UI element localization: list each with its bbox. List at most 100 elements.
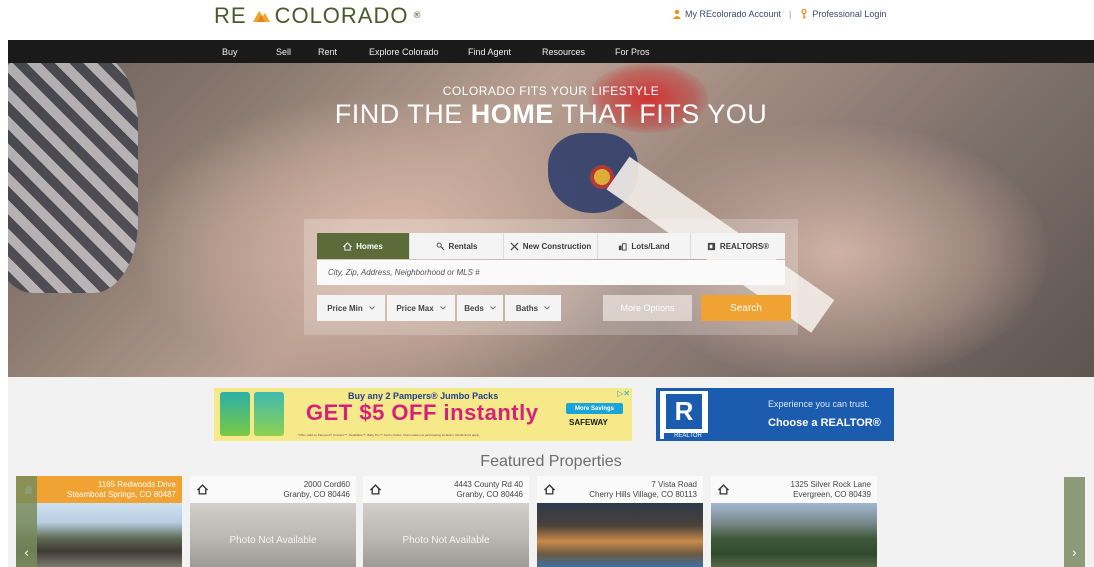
realtor-ad[interactable]: R REALTOR Experience you can trust. Choo…	[656, 388, 894, 441]
nav-for-pros[interactable]: For Pros	[615, 47, 675, 57]
chevron-down-icon	[489, 306, 496, 310]
beds-select[interactable]: Beds	[457, 295, 503, 321]
tab-rentals-label: Rentals	[448, 241, 478, 251]
nav-explore-colorado[interactable]: Explore Colorado	[369, 47, 468, 57]
property-card-header: 1165 Redwoods Drive Steamboat Springs, C…	[16, 476, 182, 503]
tab-lots-land-label: Lots/Land	[631, 241, 670, 251]
property-street: 1165 Redwoods Drive	[97, 480, 176, 489]
photo-not-available-label: Photo Not Available	[229, 535, 317, 546]
key-icon	[436, 242, 444, 250]
my-account-link[interactable]: My REcolorado Account	[685, 9, 781, 19]
tab-new-construction[interactable]: New Construction	[504, 233, 598, 259]
key-icon	[801, 9, 808, 19]
pampers-pack-image	[220, 392, 250, 436]
property-address: 7 Vista Road Cherry Hills Village, CO 80…	[589, 480, 697, 500]
baths-select[interactable]: Baths	[505, 295, 561, 321]
property-address: 1325 Silver Rock Lane Evergreen, CO 8043…	[791, 480, 872, 500]
property-address: 1165 Redwoods Drive Steamboat Springs, C…	[67, 480, 176, 500]
hero-tagline: COLORADO FITS YOUR LIFESTYLE	[442, 84, 660, 98]
tab-homes-label: Homes	[356, 241, 383, 251]
property-photo	[537, 503, 703, 567]
search-tabs: Homes Rentals New Construction Lots/Land…	[317, 233, 785, 259]
ad-choices-icon[interactable]: ▷✕	[617, 389, 630, 398]
property-card[interactable]: 1325 Silver Rock Lane Evergreen, CO 8043…	[711, 476, 877, 567]
headline-post: THAT FITS YOU	[553, 99, 768, 129]
nav-buy[interactable]: Buy	[222, 47, 276, 57]
featured-properties-title: Featured Properties	[480, 453, 622, 470]
tab-realtors[interactable]: REALTORS®	[691, 233, 785, 259]
property-street: 4443 County Rd 40	[454, 480, 523, 489]
property-card-header: 4443 County Rd 40 Granby, CO 80446	[363, 476, 529, 503]
property-city: Cherry Hills Village, CO 80113	[589, 490, 697, 499]
header-separator: |	[789, 9, 792, 19]
page: RE COLORADO ® My REcolorado Account | Pr…	[0, 0, 1094, 567]
property-city: Steamboat Springs, CO 80487	[67, 490, 176, 499]
main-nav: Buy Sell Rent Explore Colorado Find Agen…	[8, 40, 1094, 63]
professional-login-link[interactable]: Professional Login	[812, 9, 886, 19]
chevron-down-icon	[368, 306, 375, 310]
hero-banner: COLORADO FITS YOUR LIFESTYLE FIND THE HO…	[8, 63, 1094, 377]
search-filters: Price Min Price Max Beds Baths	[317, 295, 561, 321]
property-photo	[16, 503, 182, 567]
more-options-button[interactable]: More Options	[603, 295, 692, 321]
location-search-input[interactable]	[317, 260, 785, 285]
nav-sell[interactable]: Sell	[276, 47, 318, 57]
headline-bold: HOME	[470, 99, 554, 129]
house-icon	[197, 484, 208, 495]
logo-registered: ®	[412, 11, 422, 21]
property-city: Evergreen, CO 80439	[793, 490, 871, 499]
property-photo	[711, 503, 877, 567]
logo-re: RE	[214, 3, 247, 28]
nav-items: Buy Sell Rent Explore Colorado Find Agen…	[222, 40, 675, 63]
safeway-logo: SAFEWAY	[569, 418, 608, 427]
land-icon	[619, 242, 627, 251]
carousel-next-button[interactable]: ›	[1064, 477, 1085, 567]
account-links: My REcolorado Account | Professional Log…	[672, 9, 886, 19]
baths-label: Baths	[515, 303, 539, 313]
pampers-ad-headline: GET $5 OFF instantly	[306, 400, 539, 425]
carousel-prev-button[interactable]: ‹	[16, 476, 37, 567]
pampers-fine-print: *Offer valid on Pampers® Cruisers™, Swad…	[298, 433, 480, 437]
tab-lots-land[interactable]: Lots/Land	[598, 233, 691, 259]
realtor-ad-line1: Experience you can trust.	[768, 399, 870, 409]
tab-rentals[interactable]: Rentals	[410, 233, 504, 259]
house-icon	[343, 241, 353, 251]
price-min-select[interactable]: Price Min	[317, 295, 385, 321]
property-city: Granby, CO 80446	[456, 490, 523, 499]
price-max-select[interactable]: Price Max	[387, 295, 455, 321]
property-card[interactable]: 2000 Cord60 Granby, CO 80446 Photo Not A…	[190, 476, 356, 567]
house-icon	[544, 484, 555, 495]
chevron-down-icon	[439, 306, 446, 310]
nav-rent[interactable]: Rent	[318, 47, 369, 57]
property-street: 2000 Cord60	[303, 480, 350, 489]
property-street: 1325 Silver Rock Lane	[790, 480, 872, 489]
tab-homes[interactable]: Homes	[317, 233, 410, 259]
property-card[interactable]: 1165 Redwoods Drive Steamboat Springs, C…	[16, 476, 182, 567]
realtor-icon	[707, 242, 716, 250]
house-icon	[370, 484, 381, 495]
price-max-label: Price Max	[396, 303, 434, 313]
pampers-ad[interactable]: Buy any 2 Pampers® Jumbo Packs GET $5 OF…	[214, 388, 632, 441]
site-logo[interactable]: RE COLORADO ®	[214, 2, 421, 30]
property-city: Granby, CO 80446	[283, 490, 350, 499]
photo-not-available-label: Photo Not Available	[402, 535, 490, 546]
tab-realtors-label: REALTORS®	[719, 241, 770, 251]
nav-resources[interactable]: Resources	[542, 47, 615, 57]
logo-mountain-icon	[252, 11, 270, 22]
property-card[interactable]: 4443 County Rd 40 Granby, CO 80446 Photo…	[363, 476, 529, 567]
price-min-label: Price Min	[327, 303, 363, 313]
realtor-ad-line2: Choose a REALTOR®	[768, 417, 881, 429]
property-card[interactable]: 7 Vista Road Cherry Hills Village, CO 80…	[537, 476, 703, 567]
hero-headline: FIND THE HOME THAT FITS YOU	[8, 99, 1094, 130]
house-icon	[718, 484, 729, 495]
property-card-header: 2000 Cord60 Granby, CO 80446	[190, 476, 356, 503]
top-header	[8, 8, 1094, 40]
realtor-logo-word-text: REALTOR	[674, 433, 702, 439]
pampers-more-savings-button[interactable]: More Savings	[566, 403, 623, 414]
search-panel: Homes Rentals New Construction Lots/Land…	[304, 219, 798, 335]
nav-find-agent[interactable]: Find Agent	[468, 47, 542, 57]
pampers-pack-image	[254, 392, 284, 436]
user-icon	[673, 9, 681, 19]
property-card-header: 7 Vista Road Cherry Hills Village, CO 80…	[537, 476, 703, 503]
search-button[interactable]: Search	[701, 295, 791, 321]
